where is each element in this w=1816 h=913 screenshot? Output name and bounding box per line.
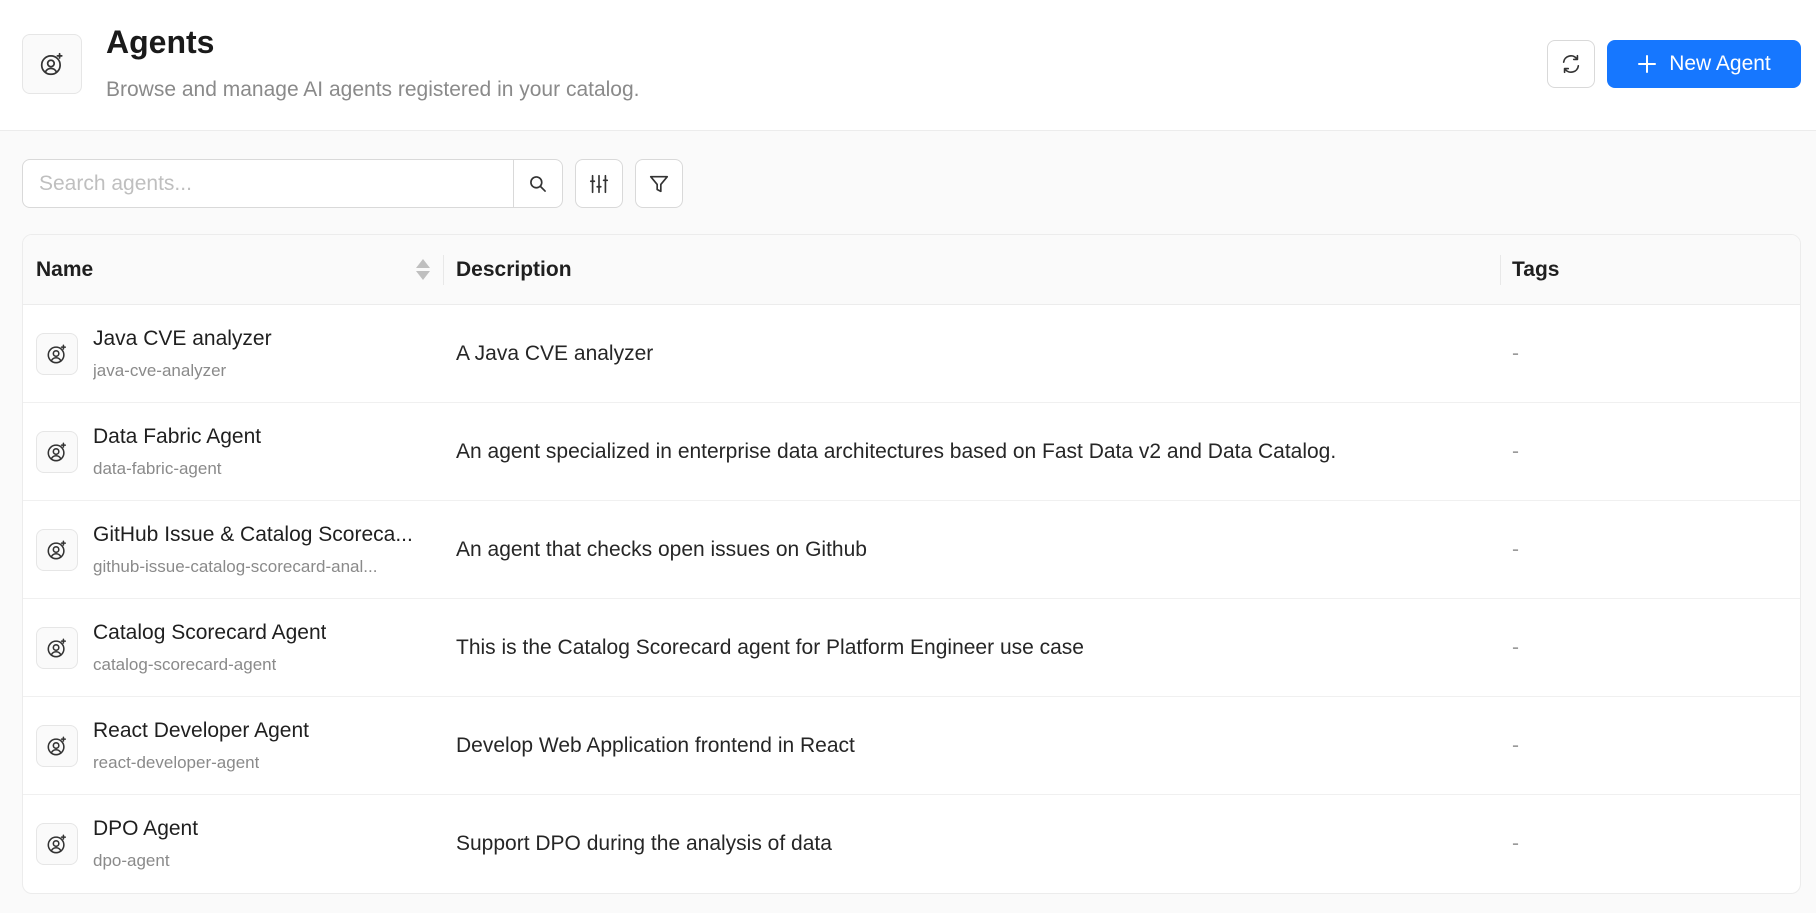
- table-header: Name Description Tags: [23, 235, 1800, 305]
- agent-name[interactable]: Catalog Scorecard Agent: [93, 621, 326, 645]
- new-agent-button[interactable]: New Agent: [1607, 40, 1801, 88]
- table-body: Java CVE analyzer java-cve-analyzer A Ja…: [23, 305, 1800, 893]
- page-header: Agents Browse and manage AI agents regis…: [0, 0, 1816, 131]
- column-divider: [443, 255, 444, 285]
- column-settings-button[interactable]: [575, 159, 623, 208]
- agent-tags: -: [1512, 636, 1519, 659]
- column-header-description: Description: [456, 258, 572, 281]
- agent-icon: [36, 529, 78, 571]
- agent-name[interactable]: Java CVE analyzer: [93, 327, 272, 351]
- agent-description: Develop Web Application frontend in Reac…: [456, 734, 855, 757]
- table-row[interactable]: Data Fabric Agent data-fabric-agent An a…: [23, 403, 1800, 501]
- column-divider: [1500, 255, 1501, 285]
- column-header-name[interactable]: Name: [36, 258, 93, 282]
- table-row[interactable]: React Developer Agent react-developer-ag…: [23, 697, 1800, 795]
- agent-tags: -: [1512, 440, 1519, 463]
- agent-slug: data-fabric-agent: [93, 459, 222, 478]
- agent-description: A Java CVE analyzer: [456, 342, 654, 365]
- agent-tags: -: [1512, 538, 1519, 561]
- page-title: Agents: [106, 24, 215, 60]
- agent-name[interactable]: GitHub Issue & Catalog Scoreca...: [93, 523, 413, 547]
- agents-table: Name Description Tags Java CVE analyzer …: [22, 234, 1801, 894]
- agent-slug: dpo-agent: [93, 851, 170, 870]
- agent-name[interactable]: React Developer Agent: [93, 719, 309, 743]
- agent-icon: [36, 333, 78, 375]
- search-box: [22, 159, 563, 208]
- refresh-icon: [1562, 54, 1580, 74]
- agent-tags: -: [1512, 832, 1519, 855]
- agent-name[interactable]: Data Fabric Agent: [93, 425, 261, 449]
- agent-slug: react-developer-agent: [93, 753, 260, 772]
- agent-slug: java-cve-analyzer: [93, 361, 227, 380]
- table-row[interactable]: Catalog Scorecard Agent catalog-scorecar…: [23, 599, 1800, 697]
- agent-description: An agent that checks open issues on Gith…: [456, 538, 867, 561]
- agent-icon: [36, 725, 78, 767]
- table-row[interactable]: Java CVE analyzer java-cve-analyzer A Ja…: [23, 305, 1800, 403]
- agent-tags: -: [1512, 342, 1519, 365]
- agent-icon: [22, 34, 82, 94]
- agent-icon: [36, 627, 78, 669]
- agent-slug: catalog-scorecard-agent: [93, 655, 277, 674]
- search-button[interactable]: [513, 160, 562, 207]
- sliders-icon: [589, 174, 609, 193]
- table-row[interactable]: DPO Agent dpo-agent Support DPO during t…: [23, 795, 1800, 893]
- filter-button[interactable]: [635, 159, 683, 208]
- agent-tags: -: [1512, 734, 1519, 757]
- agent-icon: [36, 431, 78, 473]
- plus-icon: [1638, 55, 1657, 73]
- agent-slug: github-issue-catalog-scorecard-anal...: [93, 557, 378, 576]
- agent-description: An agent specialized in enterprise data …: [456, 440, 1337, 463]
- search-icon: [530, 175, 546, 192]
- sort-icon[interactable]: [416, 259, 430, 280]
- page-subtitle: Browse and manage AI agents registered i…: [106, 78, 640, 101]
- refresh-button[interactable]: [1547, 40, 1595, 88]
- new-agent-label: New Agent: [1669, 52, 1771, 75]
- column-header-tags: Tags: [1512, 258, 1560, 281]
- table-row[interactable]: GitHub Issue & Catalog Scoreca... github…: [23, 501, 1800, 599]
- agent-description: Support DPO during the analysis of data: [456, 832, 832, 855]
- filter-icon: [649, 175, 669, 192]
- agent-description: This is the Catalog Scorecard agent for …: [456, 636, 1084, 659]
- agent-icon: [36, 823, 78, 865]
- search-input[interactable]: [23, 160, 513, 207]
- agent-name[interactable]: DPO Agent: [93, 817, 198, 841]
